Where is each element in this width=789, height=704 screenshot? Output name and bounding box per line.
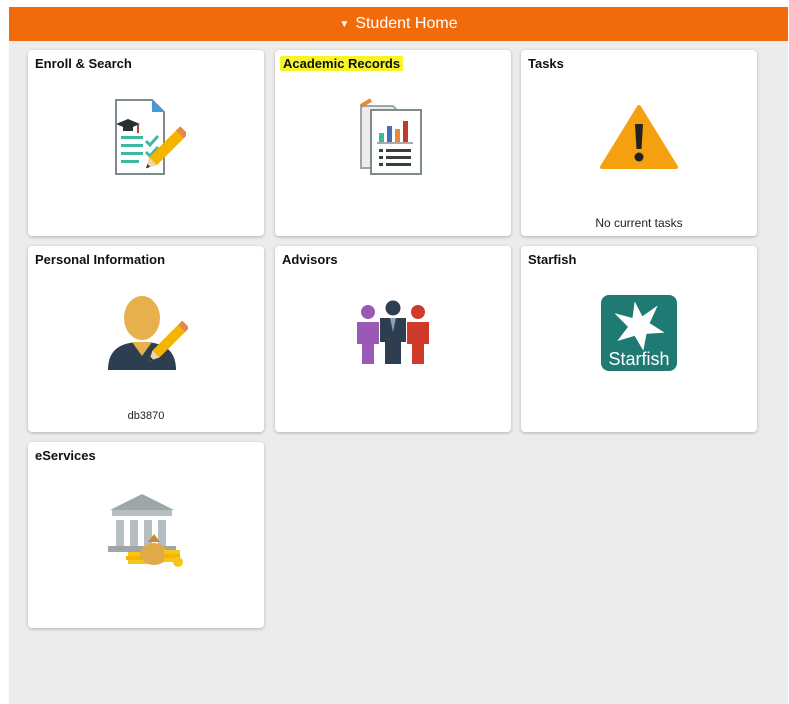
tile-title: Academic Records	[280, 56, 404, 71]
tile-advisors[interactable]: Advisors	[275, 246, 511, 432]
enrollment-document-icon	[28, 96, 264, 178]
tile-personal-information[interactable]: Personal Information db3870	[28, 246, 264, 432]
starfish-logo-icon: Starfish	[521, 295, 757, 371]
student-home-header[interactable]: ▼ Student Home	[9, 7, 788, 41]
tile-title: eServices	[35, 448, 96, 463]
tile-title: Tasks	[528, 56, 564, 71]
tile-title: Personal Information	[35, 252, 166, 267]
page-title: Student Home	[355, 15, 458, 32]
tile-title: Advisors	[282, 252, 338, 267]
tile-title: Starfish	[528, 252, 577, 267]
academic-records-chart-icon	[275, 98, 511, 180]
caret-down-icon: ▼	[339, 18, 350, 30]
bank-payment-icon	[28, 488, 264, 568]
user-id-text: db3870	[127, 410, 165, 422]
tile-academic-records[interactable]: Academic Records	[275, 50, 511, 236]
tile-starfish[interactable]: Starfish Starfish	[521, 246, 757, 432]
warning-icon	[521, 104, 757, 170]
tasks-status-text: No current tasks	[595, 216, 683, 230]
tile-enroll-search[interactable]: Enroll & Search	[28, 50, 264, 236]
starfish-logo-text: Starfish	[608, 349, 669, 369]
tile-eservices[interactable]: eServices	[28, 442, 264, 628]
people-group-icon	[275, 300, 511, 366]
tile-title: Enroll & Search	[35, 56, 132, 71]
student-home-page: ▼ Student Home Enroll & Search Academic …	[9, 7, 788, 704]
user-edit-icon	[28, 292, 264, 372]
tile-tasks[interactable]: Tasks No current tasks	[521, 50, 757, 236]
